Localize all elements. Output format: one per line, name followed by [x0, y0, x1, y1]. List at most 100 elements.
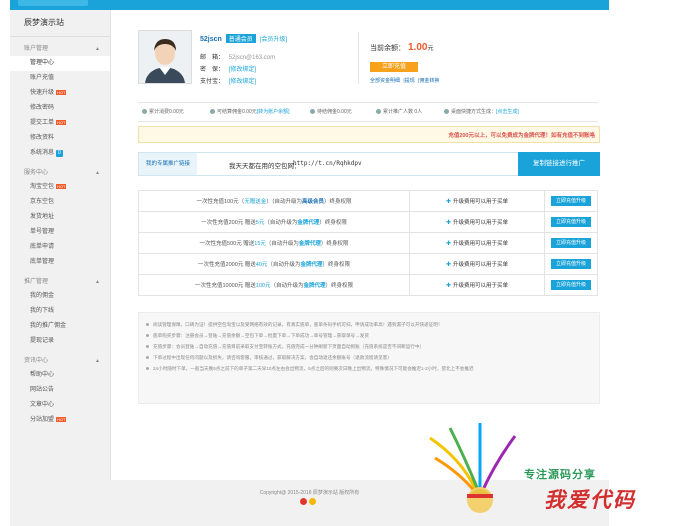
sidebar-item[interactable]: 我的佣金	[10, 289, 110, 304]
member-upgrade-link[interactable]: [会员升级]	[260, 37, 287, 43]
notice-text: 充值200元以上，可以免费成为金牌代理！如有充值不到账咯	[448, 133, 595, 139]
sidebar-item[interactable]: 单号管理	[10, 225, 110, 240]
recharge-upgrade-button[interactable]: 立即充值升级	[551, 280, 591, 290]
promo-link-prefix: 我天天都在用的空包网：	[229, 163, 301, 170]
upgrade-action-cell: 立即充值升级	[544, 190, 598, 212]
sidebar-item[interactable]: 帮助中心	[10, 368, 110, 383]
promo-link-url[interactable]: http://t.cn/Rqhkdpv	[293, 160, 362, 167]
coin-icon	[142, 109, 147, 115]
sidebar-item-label: 底单管理	[30, 259, 55, 265]
sidebar-item[interactable]: 提现记录	[10, 334, 110, 349]
sidebar-item[interactable]: 分站加盟 HOT	[10, 413, 110, 428]
stat-pending-commission-text: 待结佣金0.00元	[317, 109, 352, 115]
sidebar-item-label: 分站加盟	[30, 417, 55, 423]
upgrade-note: 升级费用可以用于买单	[453, 199, 509, 205]
sidebar-item[interactable]: 淘宝空包 HOT	[10, 180, 110, 195]
sidebar-item[interactable]: 修改密码	[10, 101, 110, 116]
chevron-up-icon[interactable]: ▲	[95, 355, 100, 368]
upgrade-arrow-icon: ✚	[445, 283, 451, 289]
upgrade-description: 一次性充值100元（无赠送金）（自动升级为高级会员）终身权限	[138, 190, 410, 212]
security-label: 密 保：	[200, 67, 225, 73]
upgrade-row: 一次性充值500元 赠送15元（自动升级为金牌代理）终身权限 ✚ 升级费用可以用于买…	[138, 232, 598, 254]
sidebar-item-label: 修改密码	[30, 105, 55, 111]
sidebar-item[interactable]: 快速升级 HOT	[10, 86, 110, 101]
funds-detail-link[interactable]: 全部资金明细	[370, 78, 400, 84]
sidebar-item[interactable]: 发货地址	[10, 210, 110, 225]
upgrade-level: 高级会员	[301, 199, 324, 205]
wallet-icon	[210, 109, 215, 115]
generate-shortcut-link[interactable]: [点击生成]	[496, 109, 519, 115]
sidebar-item[interactable]: 文章中心	[10, 398, 110, 413]
sidebar-item[interactable]: 账户充值	[10, 71, 110, 86]
withdraw-link[interactable]: |提现	[403, 78, 414, 84]
sidebar-group-label: 资讯中心	[24, 358, 49, 364]
sidebar: 辰梦演示站 账户管理 ▲ 管理中心 账户充值 快速升级 HOT 修改密码 提交工单 HOT 修改资…	[10, 10, 111, 480]
sidebar-item-label: 底单申请	[30, 244, 55, 250]
stat-referrals: 累计推广人数 0人	[376, 108, 422, 115]
tip-text: 底单购买步骤：注册会员→登陆→充值余额→空包下单→批量下单→下单成功→单号管理→…	[153, 333, 369, 338]
convert-to-balance-link[interactable]: [转为账户余额]	[257, 109, 290, 115]
message-count-badge: 0	[56, 150, 63, 157]
upgrade-post: ）终身权限	[319, 220, 347, 226]
upgrade-action-cell: 立即充值升级	[544, 253, 598, 275]
copy-link-button[interactable]: 复制链接进行推广	[518, 152, 600, 176]
bullet-icon	[146, 323, 149, 326]
upgrade-arrow-icon: ✚	[445, 262, 451, 268]
recharge-upgrade-button[interactable]: 立即充值升级	[551, 196, 591, 206]
bullet-icon	[146, 345, 149, 348]
sidebar-group-title[interactable]: 账户管理 ▲	[10, 43, 110, 56]
qq-icon[interactable]	[309, 498, 316, 505]
upgrade-mid: （自动升级为	[267, 262, 301, 268]
tip-text: 下单过程中出现任何问题以及损失，请咨询客服，审核通过，获取解决方案，会自动退还余…	[153, 355, 392, 360]
chevron-up-icon[interactable]: ▲	[95, 167, 100, 180]
upgrade-table: 一次性充值100元（无赠送金）（自动升级为高级会员）终身权限 ✚ 升级费用可以用于买…	[138, 190, 598, 296]
sidebar-item[interactable]: 底单管理	[10, 255, 110, 270]
user-avatar-icon	[139, 31, 191, 83]
watermark-logo-icon	[429, 423, 517, 513]
hot-badge: HOT	[56, 89, 67, 95]
upgrade-pre: 一次性充值2000元 赠送	[198, 262, 256, 268]
recharge-upgrade-button[interactable]: 立即充值升级	[551, 217, 591, 227]
upgrade-pre: 一次性充值200元 赠送	[201, 220, 256, 226]
sidebar-item[interactable]: 系统消息 0	[10, 146, 110, 161]
chevron-up-icon[interactable]: ▲	[95, 43, 100, 56]
promo-link-bar: 我的专属推广链接 我天天都在用的空包网： http://t.cn/Rqhkdpv…	[138, 152, 600, 176]
logo[interactable]	[18, 0, 88, 6]
chevron-up-icon[interactable]: ▲	[95, 276, 100, 289]
sidebar-item[interactable]: 底单申请	[10, 240, 110, 255]
sidebar-group-title[interactable]: 推广管理 ▲	[10, 276, 110, 289]
weibo-icon[interactable]	[300, 498, 307, 505]
upgrade-gift: 15元	[254, 241, 266, 247]
upgrade-mid: （自动升级为	[270, 283, 304, 289]
username-row: 52jscn 普通会员 [会员升级]	[200, 34, 287, 43]
upgrade-description: 一次性充值500元 赠送15元（自动升级为金牌代理）终身权限	[138, 232, 410, 254]
tips-panel: 阅读管理保障，口碑为证！提供空包淘宝以及受网络有效的记录，有真实底单，底单条码手…	[138, 312, 600, 404]
upgrade-action-cell: 立即充值升级	[544, 274, 598, 296]
stat-total-spend-text: 累计消费0.00元	[149, 109, 184, 115]
sidebar-item[interactable]: 修改资料	[10, 131, 110, 146]
sidebar-item[interactable]: 京东空包	[10, 195, 110, 210]
commission-convert-link[interactable]: |佣金转换	[418, 78, 439, 84]
tip-text: 充值步骤：会员登陆→自动充值→充值目前采取支付宝转账方式，充值完成一分钟刷新下页…	[153, 344, 425, 349]
sidebar-group-title[interactable]: 资讯中心 ▲	[10, 355, 110, 368]
sidebar-item-label: 京东空包	[30, 199, 55, 205]
alipay-bind-link[interactable]: [修改绑定]	[229, 79, 256, 85]
site-name[interactable]: 辰梦演示站	[10, 10, 110, 37]
security-bind-link[interactable]: [修改绑定]	[229, 67, 256, 73]
sidebar-item[interactable]: 网站公告	[10, 383, 110, 398]
sidebar-item[interactable]: 提交工单 HOT	[10, 116, 110, 131]
upgrade-action-cell: 立即充值升级	[544, 211, 598, 233]
upgrade-row: 一次性充值2000元 赠送40元（自动升级为金牌代理）终身权限 ✚ 升级费用可以用于…	[138, 253, 598, 275]
sidebar-item[interactable]: 我的推广佣金	[10, 319, 110, 334]
upgrade-level: 金牌代理	[297, 220, 320, 226]
sidebar-group-title[interactable]: 服务中心 ▲	[10, 167, 110, 180]
sidebar-item[interactable]: 我的下线	[10, 304, 110, 319]
recharge-upgrade-button[interactable]: 立即充值升级	[551, 259, 591, 269]
recharge-upgrade-button[interactable]: 立即充值升级	[551, 238, 591, 248]
recharge-button[interactable]: 立即充值	[370, 62, 418, 72]
sidebar-item-label: 提交工单	[30, 120, 55, 126]
promo-link-label: 我的专属推广链接	[139, 153, 197, 175]
upgrade-gift: 100元	[255, 283, 271, 289]
upgrade-level: 金牌代理	[303, 283, 326, 289]
sidebar-item[interactable]: 管理中心	[10, 56, 110, 71]
